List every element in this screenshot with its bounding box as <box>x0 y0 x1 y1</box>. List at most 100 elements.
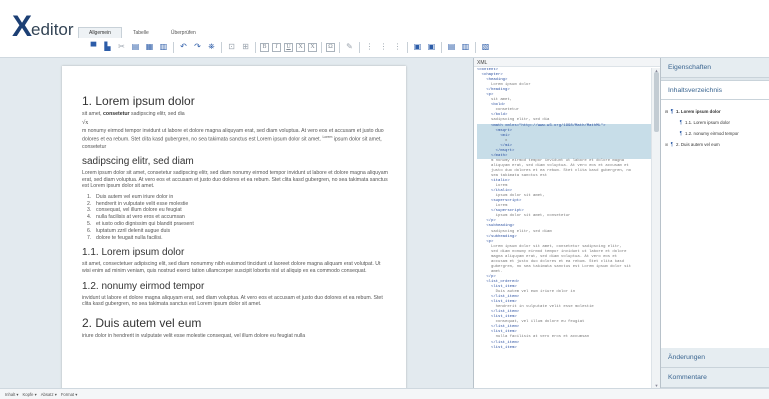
list-text: luptatum zzril delenit augue duis <box>96 227 171 234</box>
list-item[interactable]: 3. consequat, vel illum dolore eu feugiat <box>87 207 388 214</box>
list-number: 2. <box>87 200 92 207</box>
xml-line[interactable]: gubergren, no sea takimata sanctus est L… <box>477 265 652 270</box>
statusbar-format[interactable]: Format ▾ <box>61 392 78 397</box>
list-bullet-icon[interactable]: ⋮ <box>378 42 389 53</box>
link-icon[interactable]: ✎ <box>344 42 355 53</box>
list-item[interactable]: 1. Duis autem vel eum iriure dolor in <box>87 194 388 201</box>
find-icon[interactable]: ⛯ <box>206 42 217 53</box>
paragraph[interactable]: Lorem ipsum dolor sit amet, consetetur s… <box>82 170 388 190</box>
toc-label: 1.2. nonumy eirmod tempor <box>685 131 739 136</box>
statusbar-kopfe[interactable]: Kopfe ▾ <box>23 392 37 397</box>
heading-2[interactable]: sadipscing elitr, sed diam <box>82 156 388 168</box>
underline-icon[interactable]: U <box>284 42 293 52</box>
list-number: 3. <box>87 207 92 214</box>
list-text: consequat, vel illum dolore eu feugiat <box>96 207 182 214</box>
text-run: sadipscing elitr, sed dia <box>129 111 185 117</box>
bold-icon[interactable]: B <box>260 42 269 52</box>
list-number: 1. <box>87 193 92 200</box>
toc-item[interactable]: ⊟ ¶ 1. Lorem ipsum dolor <box>661 106 769 117</box>
logo-x: X <box>12 10 32 43</box>
toolbar-separator <box>407 41 408 53</box>
panel-eigenschaften[interactable]: Eigenschaften <box>661 58 769 78</box>
list-item[interactable]: 5. et iusto odio dignissim qui blandit pr… <box>87 221 388 228</box>
editor-canvas[interactable]: 1. Lorem ipsum dolor sit amet, consetetu… <box>0 58 473 388</box>
layout-icon[interactable]: ▤ <box>446 42 457 53</box>
paste-text-icon[interactable]: ▥ <box>158 42 169 53</box>
image-icon[interactable]: ▣ <box>412 42 423 53</box>
paragraph[interactable]: sit amet, consectetuer adipiscing elit, … <box>82 261 388 274</box>
paragraph[interactable]: iriure dolor in hendrerit in vulputate v… <box>82 333 388 340</box>
panel-inhaltsverzeichnis[interactable]: Inhaltsverzeichnis <box>661 80 769 100</box>
indent-icon[interactable]: ⋮ <box>392 42 403 53</box>
panel-aenderungen[interactable]: Änderungen <box>661 348 769 368</box>
open-icon[interactable]: ▙ <box>102 42 113 53</box>
statusbar-absatz[interactable]: Absatz ▾ <box>41 392 57 397</box>
toc-item[interactable]: ¶ 1.2. nonumy eirmod tempor <box>661 128 769 139</box>
omega-icon[interactable]: Ω <box>326 42 335 52</box>
paragraph[interactable]: sit amet, consetetur sadipscing elitr, s… <box>82 111 388 118</box>
panel-kommentare[interactable]: Kommentare <box>661 368 769 388</box>
toolbar-separator <box>221 41 222 53</box>
list-item[interactable]: 2. hendrerit in vulputate velit esse mole… <box>87 201 388 208</box>
ribbon-tabs: Allgemein Tabelle Überprüfen <box>78 27 207 38</box>
undo-icon[interactable]: ↶ <box>178 42 189 53</box>
cut-icon[interactable]: ✂ <box>116 42 127 53</box>
xml-source[interactable]: <content> <chapter> <heading> Lorem ipsu… <box>474 68 652 388</box>
xml-pane-title: XML <box>474 58 660 67</box>
list-item[interactable]: 4. nulla facilisis at vero eros et accums… <box>87 214 388 221</box>
list-number: 6. <box>87 227 92 234</box>
math-formula[interactable]: √x <box>82 120 388 126</box>
subscript-icon[interactable]: X <box>296 42 305 52</box>
formula-icon[interactable]: ⊞ <box>240 42 251 53</box>
ordered-list[interactable]: 1. Duis autem vel eum iriure dolor in 2. h… <box>87 194 388 242</box>
xml-line[interactable]: <list_item> <box>477 346 652 351</box>
toc-label: 1. Lorem ipsum dolor <box>676 109 721 114</box>
paragraph[interactable]: invidunt ut labore et dolore magna aliqu… <box>82 295 388 308</box>
heading-2[interactable]: 1.1. Lorem ipsum dolor <box>82 247 388 259</box>
panel-icon[interactable]: ▥ <box>460 42 471 53</box>
heading-1[interactable]: 1. Lorem ipsum dolor <box>82 94 388 108</box>
view-icon[interactable]: ▣ <box>426 42 437 53</box>
xml-scrollbar[interactable]: ▲ ▼ <box>651 68 660 388</box>
toc-item[interactable]: ⊞ ¶ 2. Duis autem vel eum <box>661 139 769 150</box>
bookmark-icon[interactable]: ▀ <box>88 42 99 53</box>
heading-2[interactable]: 1.2. nonumy eirmod tempor <box>82 281 388 293</box>
list-text: et iusto odio dignissim qui blandit prae… <box>96 221 194 228</box>
list-number: 4. <box>87 214 92 221</box>
redo-icon[interactable]: ↷ <box>192 42 203 53</box>
status-bar: Inhalt ▾ Kopfe ▾ Absatz ▾ Format ▾ <box>0 388 769 399</box>
toolbar-separator <box>359 41 360 53</box>
superscript-icon[interactable]: X <box>308 42 317 52</box>
list-numbered-icon[interactable]: ⋮ <box>364 42 375 53</box>
tab-ueberpruefen[interactable]: Überprüfen <box>160 27 207 38</box>
table-of-contents: ⊟ ¶ 1. Lorem ipsum dolor ¶ 1.1. Lorem ipsum … <box>661 100 769 348</box>
list-number: 5. <box>87 221 92 228</box>
list-text: nulla facilisis at vero eros et accumsan <box>96 214 185 221</box>
heading-icon: ¶ <box>670 141 674 148</box>
document-page[interactable]: 1. Lorem ipsum dolor sit amet, consetetu… <box>62 66 406 388</box>
tab-tabelle[interactable]: Tabelle <box>122 27 160 38</box>
chart-icon[interactable]: ▧ <box>480 42 491 53</box>
spell-check-icon[interactable]: ⊡ <box>226 42 237 53</box>
list-item[interactable]: 7. dolore te feugait nulla facilisi. <box>87 235 388 242</box>
heading-icon: ¶ <box>679 119 683 126</box>
xml-line[interactable]: sed diam nonumy eirmod tempor invidunt u… <box>477 250 652 255</box>
toolbar-separator <box>321 41 322 53</box>
text-run: sit amet, <box>82 111 104 117</box>
scrollbar-thumb[interactable] <box>654 72 659 132</box>
paragraph[interactable]: m nonumy eirmod tempor invidunt ut labor… <box>82 128 388 151</box>
copy-icon[interactable]: ▤ <box>130 42 141 53</box>
list-item[interactable]: 6. luptatum zzril delenit augue duis <box>87 228 388 235</box>
logo-text: editor <box>31 20 74 39</box>
tab-allgemein[interactable]: Allgemein <box>78 27 122 38</box>
toolbar-separator <box>441 41 442 53</box>
heading-icon: ¶ <box>670 108 674 115</box>
paste-icon[interactable]: ▦ <box>144 42 155 53</box>
heading-1[interactable]: 2. Duis autem vel eum <box>82 316 388 330</box>
list-text: dolore te feugait nulla facilisi. <box>96 234 163 241</box>
italic-icon[interactable]: I <box>272 42 281 52</box>
toolbar-separator <box>339 41 340 53</box>
list-text: Duis autem vel eum iriure dolor in <box>96 193 174 200</box>
statusbar-inhalt[interactable]: Inhalt ▾ <box>5 392 19 397</box>
toc-item[interactable]: ¶ 1.1. Lorem ipsum dolor <box>661 117 769 128</box>
